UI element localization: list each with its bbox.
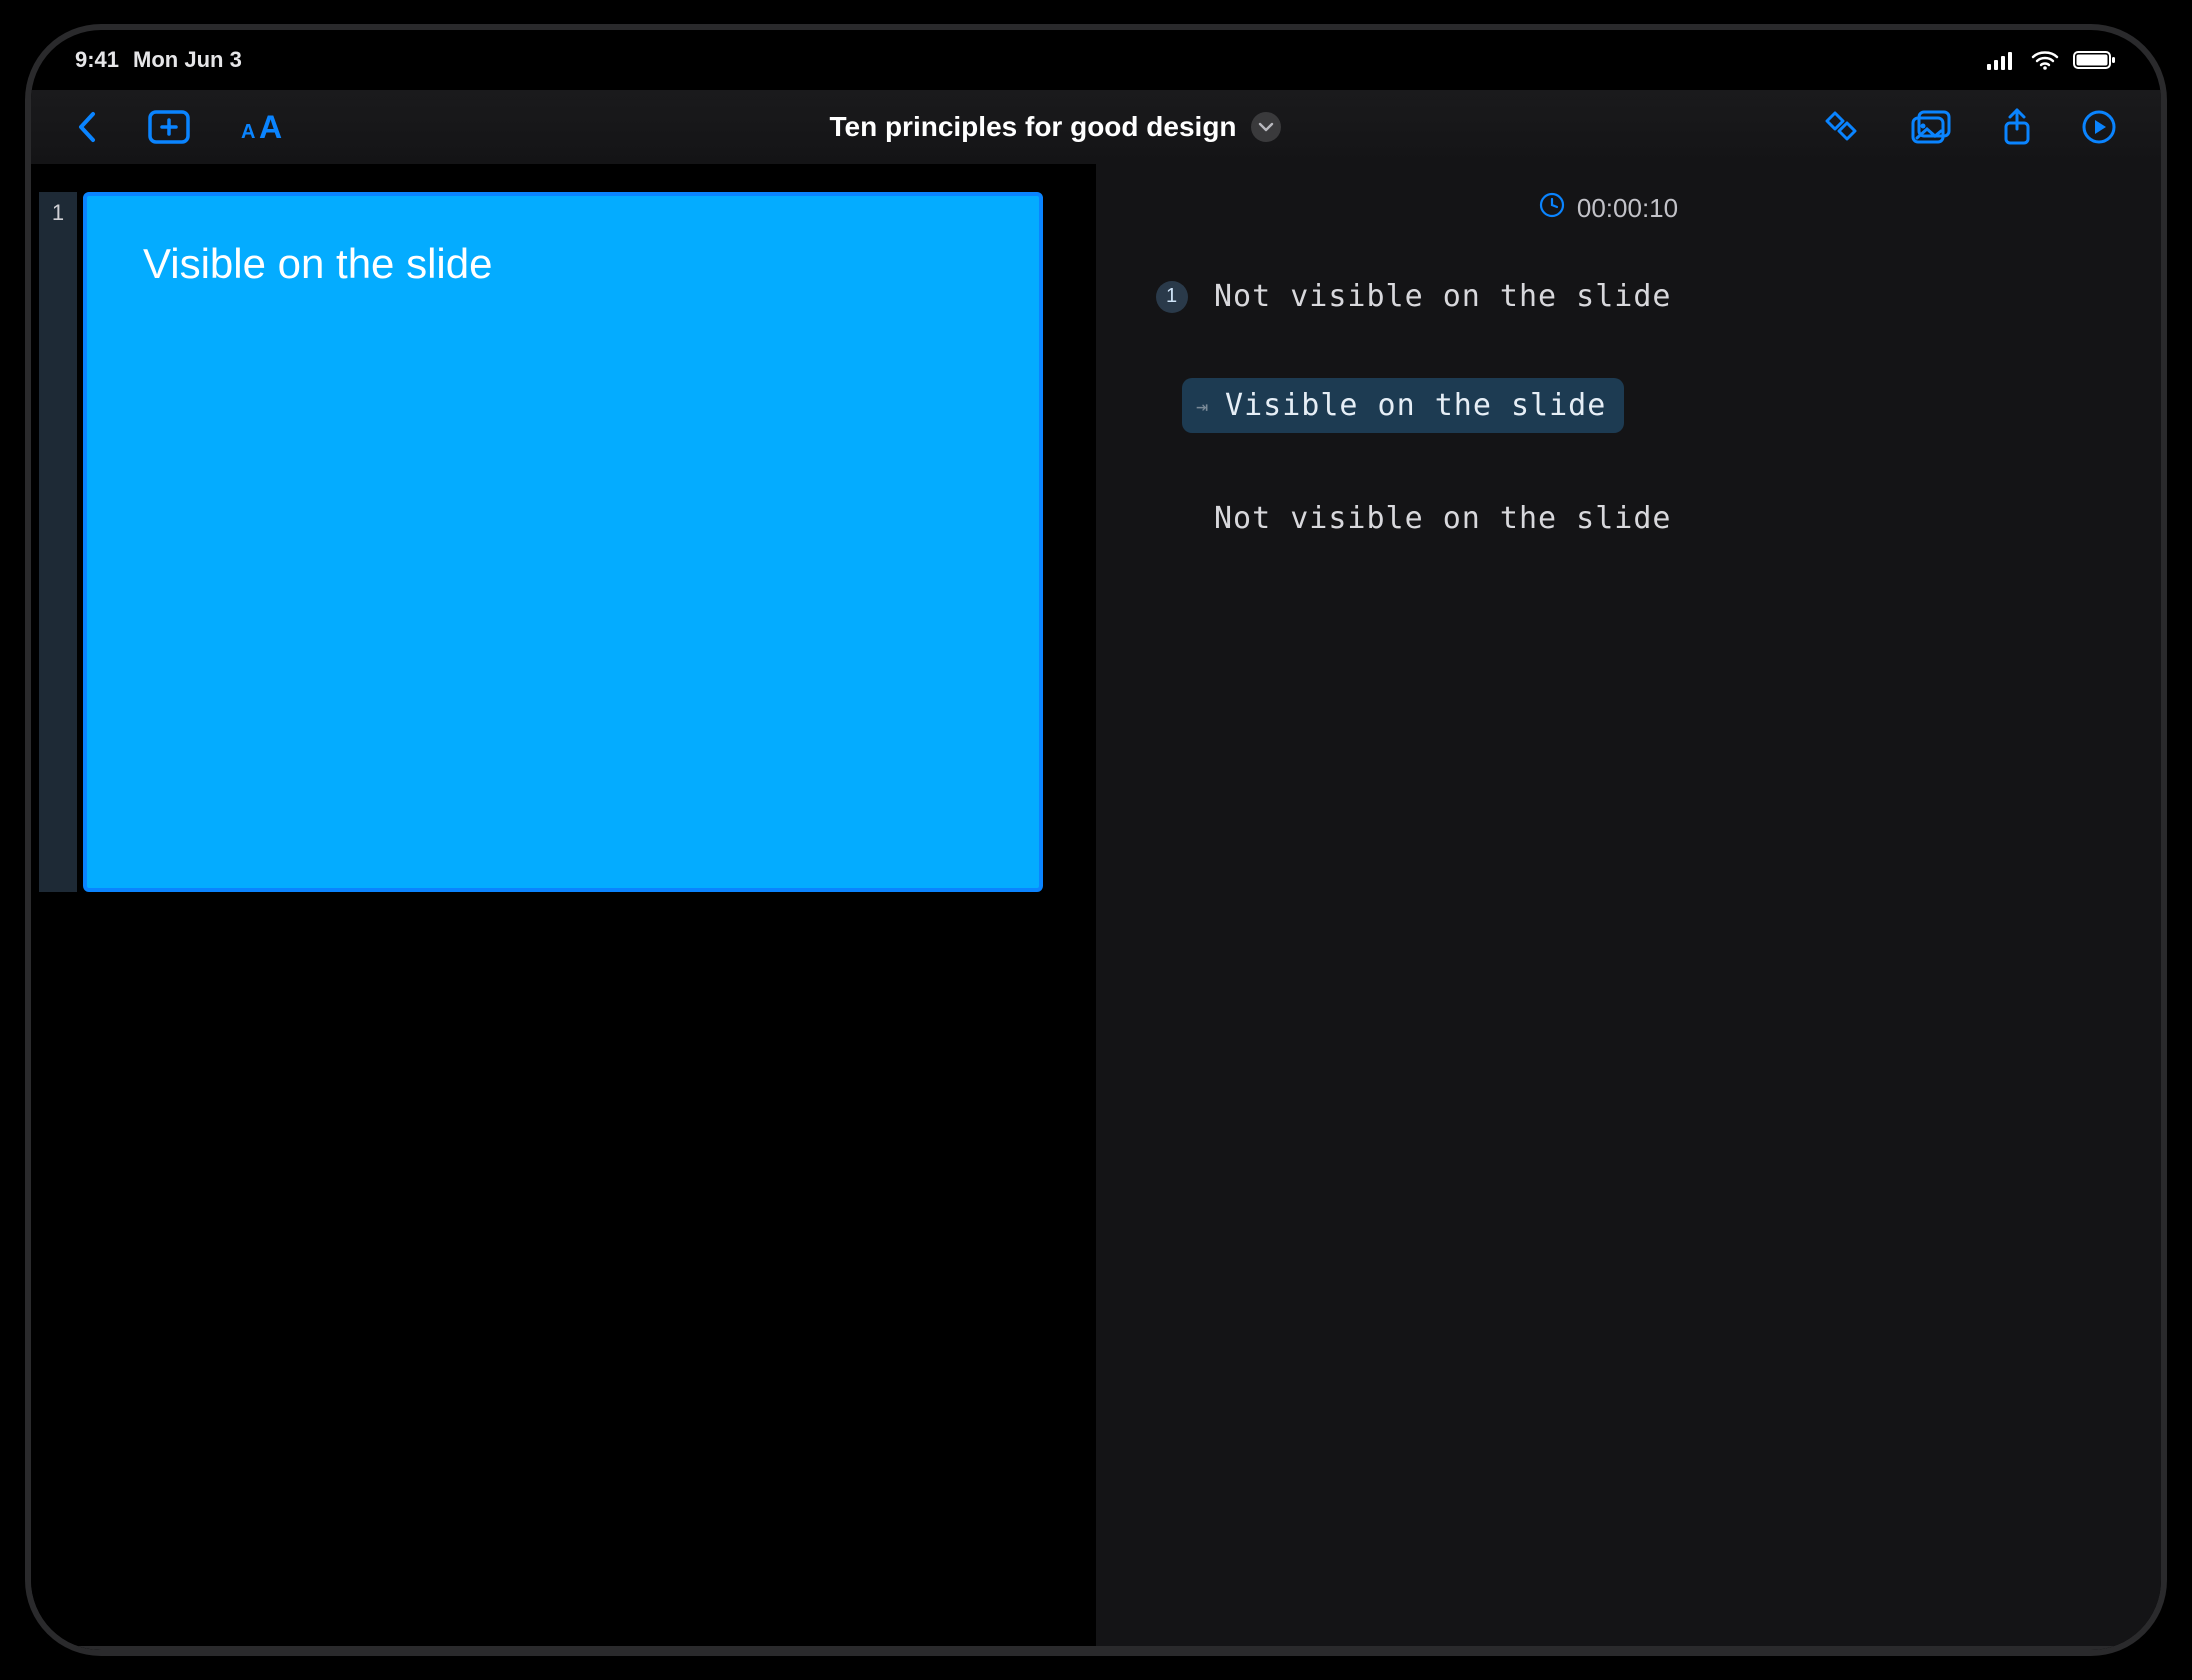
teleprompter-line-text: Not visible on the slide bbox=[1214, 279, 1671, 314]
teleprompter-line[interactable]: Not visible on the slide bbox=[1096, 487, 2121, 550]
status-bar: 9:41 Mon Jun 3 bbox=[31, 30, 2161, 90]
svg-text:A: A bbox=[259, 110, 282, 144]
visible-marker-icon: ⇥ bbox=[1196, 394, 1209, 418]
battery-icon bbox=[2073, 50, 2117, 70]
app-toolbar: AA Ten principles for good design bbox=[31, 90, 2161, 164]
play-button[interactable] bbox=[2081, 109, 2117, 145]
slide-number-badge: 1 bbox=[1156, 281, 1188, 313]
media-button[interactable] bbox=[1909, 109, 1953, 145]
content-area: 1 Visible on the slide 00:00:10 1 Not vi… bbox=[31, 164, 2161, 1650]
timer-value: 00:00:10 bbox=[1577, 193, 1678, 224]
text-size-button[interactable]: AA bbox=[239, 110, 289, 144]
chevron-down-icon bbox=[1251, 112, 1281, 142]
slide-preview-pane: 1 Visible on the slide bbox=[31, 164, 1096, 1650]
status-date: Mon Jun 3 bbox=[133, 47, 242, 73]
teleprompter-line-text: Not visible on the slide bbox=[1214, 501, 1671, 536]
teleprompter-line[interactable]: ⇥ Visible on the slide bbox=[1096, 364, 2121, 447]
teleprompter-line-text: Visible on the slide bbox=[1225, 388, 1606, 423]
slide-number: 1 bbox=[52, 200, 64, 892]
teleprompter-pane: 00:00:10 1 Not visible on the slide ⇥ Vi… bbox=[1096, 164, 2161, 1650]
format-button[interactable] bbox=[1821, 109, 1861, 145]
svg-text:A: A bbox=[241, 121, 255, 143]
teleprompter-timer[interactable]: 00:00:10 bbox=[1096, 192, 2121, 225]
cellular-signal-icon bbox=[1987, 50, 2017, 70]
home-indicator bbox=[31, 1646, 2161, 1650]
back-button[interactable] bbox=[75, 110, 99, 144]
document-title-button[interactable]: Ten principles for good design bbox=[289, 111, 1821, 143]
ipad-frame: 9:41 Mon Jun 3 AA bbox=[31, 30, 2161, 1650]
visible-text-pill: ⇥ Visible on the slide bbox=[1182, 378, 1624, 433]
teleprompter-line[interactable]: 1 Not visible on the slide bbox=[1096, 265, 2121, 328]
clock-icon bbox=[1539, 192, 1565, 225]
slide-canvas[interactable]: Visible on the slide bbox=[83, 192, 1043, 892]
share-button[interactable] bbox=[2001, 107, 2033, 147]
document-title: Ten principles for good design bbox=[829, 111, 1236, 143]
wifi-icon bbox=[2031, 50, 2059, 70]
slide-number-gutter[interactable]: 1 bbox=[39, 192, 77, 892]
add-slide-button[interactable] bbox=[147, 109, 191, 145]
slide-body-text[interactable]: Visible on the slide bbox=[143, 240, 983, 288]
status-time: 9:41 bbox=[75, 47, 119, 73]
